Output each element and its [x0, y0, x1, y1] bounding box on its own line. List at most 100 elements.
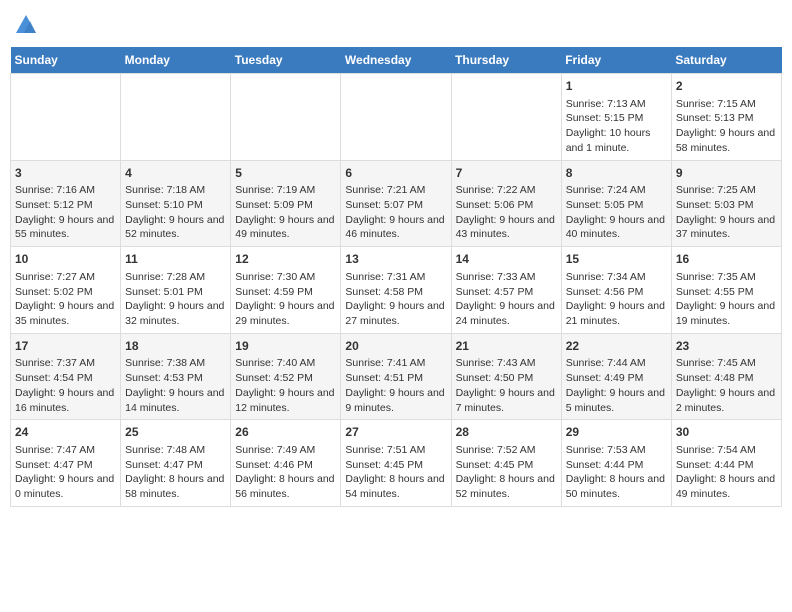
- calendar-day-cell: [341, 74, 451, 161]
- day-number: 21: [456, 338, 557, 355]
- day-number: 29: [566, 424, 667, 441]
- calendar-day-cell: 20Sunrise: 7:41 AM Sunset: 4:51 PM Dayli…: [341, 333, 451, 420]
- calendar-day-cell: 3Sunrise: 7:16 AM Sunset: 5:12 PM Daylig…: [11, 160, 121, 247]
- day-of-week-header: Sunday: [11, 47, 121, 74]
- day-number: 7: [456, 165, 557, 182]
- day-detail: Sunrise: 7:34 AM Sunset: 4:56 PM Dayligh…: [566, 270, 667, 329]
- day-number: 27: [345, 424, 446, 441]
- day-of-week-header: Monday: [121, 47, 231, 74]
- day-number: 24: [15, 424, 116, 441]
- day-of-week-header: Friday: [561, 47, 671, 74]
- calendar-day-cell: 14Sunrise: 7:33 AM Sunset: 4:57 PM Dayli…: [451, 247, 561, 334]
- calendar-week-row: 1 Sunrise: 7:13 AM Sunset: 5:15 PM Daylig…: [11, 74, 782, 161]
- day-detail: Sunrise: 7:51 AM Sunset: 4:45 PM Dayligh…: [345, 443, 446, 502]
- calendar-day-cell: 29 Sunrise: 7:53 AM Sunset: 4:44 PM Dayli…: [561, 420, 671, 507]
- calendar-day-cell: 15 Sunrise: 7:34 AM Sunset: 4:56 PM Dayli…: [561, 247, 671, 334]
- calendar-day-cell: 18Sunrise: 7:38 AM Sunset: 4:53 PM Dayli…: [121, 333, 231, 420]
- calendar-day-cell: 8Sunrise: 7:24 AM Sunset: 5:05 PM Daylig…: [561, 160, 671, 247]
- day-detail: Sunrise: 7:48 AM Sunset: 4:47 PM Dayligh…: [125, 443, 226, 502]
- day-detail: Sunrise: 7:38 AM Sunset: 4:53 PM Dayligh…: [125, 356, 226, 415]
- calendar-day-cell: 26 Sunrise: 7:49 AM Sunset: 4:46 PM Dayli…: [231, 420, 341, 507]
- day-detail: Sunrise: 7:31 AM Sunset: 4:58 PM Dayligh…: [345, 270, 446, 329]
- day-number: 22: [566, 338, 667, 355]
- day-detail: Sunrise: 7:27 AM Sunset: 5:02 PM Dayligh…: [15, 270, 116, 329]
- calendar-day-cell: 13 Sunrise: 7:31 AM Sunset: 4:58 PM Dayli…: [341, 247, 451, 334]
- day-detail: Sunrise: 7:45 AM Sunset: 4:48 PM Dayligh…: [676, 356, 777, 415]
- day-detail: Sunrise: 7:44 AM Sunset: 4:49 PM Dayligh…: [566, 356, 667, 415]
- day-number: 15: [566, 251, 667, 268]
- day-number: 20: [345, 338, 446, 355]
- day-detail: Sunrise: 7:21 AM Sunset: 5:07 PM Dayligh…: [345, 183, 446, 242]
- day-number: 6: [345, 165, 446, 182]
- day-number: 1: [566, 78, 667, 95]
- day-number: 28: [456, 424, 557, 441]
- day-number: 13: [345, 251, 446, 268]
- calendar-day-cell: 1 Sunrise: 7:13 AM Sunset: 5:15 PM Daylig…: [561, 74, 671, 161]
- day-detail: Sunrise: 7:28 AM Sunset: 5:01 PM Dayligh…: [125, 270, 226, 329]
- day-number: 26: [235, 424, 336, 441]
- day-number: 8: [566, 165, 667, 182]
- day-detail: Sunrise: 7:22 AM Sunset: 5:06 PM Dayligh…: [456, 183, 557, 242]
- day-number: 16: [676, 251, 777, 268]
- calendar-day-cell: 22Sunrise: 7:44 AM Sunset: 4:49 PM Dayli…: [561, 333, 671, 420]
- day-number: 14: [456, 251, 557, 268]
- calendar-day-cell: 7Sunrise: 7:22 AM Sunset: 5:06 PM Daylig…: [451, 160, 561, 247]
- calendar-day-cell: 6Sunrise: 7:21 AM Sunset: 5:07 PM Daylig…: [341, 160, 451, 247]
- day-of-week-header: Wednesday: [341, 47, 451, 74]
- logo-icon: [14, 13, 38, 37]
- day-detail: Sunrise: 7:25 AM Sunset: 5:03 PM Dayligh…: [676, 183, 777, 242]
- day-number: 10: [15, 251, 116, 268]
- day-number: 17: [15, 338, 116, 355]
- day-detail: Sunrise: 7:54 AM Sunset: 4:44 PM Dayligh…: [676, 443, 777, 502]
- day-detail: Sunrise: 7:41 AM Sunset: 4:51 PM Dayligh…: [345, 356, 446, 415]
- calendar-day-cell: 11 Sunrise: 7:28 AM Sunset: 5:01 PM Dayli…: [121, 247, 231, 334]
- day-number: 5: [235, 165, 336, 182]
- calendar-day-cell: 25 Sunrise: 7:48 AM Sunset: 4:47 PM Dayli…: [121, 420, 231, 507]
- day-number: 25: [125, 424, 226, 441]
- calendar-day-cell: [231, 74, 341, 161]
- calendar-day-cell: 27 Sunrise: 7:51 AM Sunset: 4:45 PM Dayli…: [341, 420, 451, 507]
- day-detail: Sunrise: 7:47 AM Sunset: 4:47 PM Dayligh…: [15, 443, 116, 502]
- calendar-day-cell: 16 Sunrise: 7:35 AM Sunset: 4:55 PM Dayli…: [671, 247, 781, 334]
- calendar-week-row: 10 Sunrise: 7:27 AM Sunset: 5:02 PM Dayli…: [11, 247, 782, 334]
- calendar-week-row: 17Sunrise: 7:37 AM Sunset: 4:54 PM Dayli…: [11, 333, 782, 420]
- calendar-day-cell: 24 Sunrise: 7:47 AM Sunset: 4:47 PM Dayli…: [11, 420, 121, 507]
- day-number: 18: [125, 338, 226, 355]
- day-detail: Sunrise: 7:49 AM Sunset: 4:46 PM Dayligh…: [235, 443, 336, 502]
- day-number: 12: [235, 251, 336, 268]
- calendar-day-cell: 4Sunrise: 7:18 AM Sunset: 5:10 PM Daylig…: [121, 160, 231, 247]
- day-of-week-header: Thursday: [451, 47, 561, 74]
- day-detail: Sunrise: 7:40 AM Sunset: 4:52 PM Dayligh…: [235, 356, 336, 415]
- day-number: 11: [125, 251, 226, 268]
- day-detail: Sunrise: 7:18 AM Sunset: 5:10 PM Dayligh…: [125, 183, 226, 242]
- calendar-header-row: SundayMondayTuesdayWednesdayThursdayFrid…: [11, 47, 782, 74]
- day-detail: Sunrise: 7:35 AM Sunset: 4:55 PM Dayligh…: [676, 270, 777, 329]
- day-number: 9: [676, 165, 777, 182]
- day-of-week-header: Saturday: [671, 47, 781, 74]
- calendar-day-cell: 2Sunrise: 7:15 AM Sunset: 5:13 PM Daylig…: [671, 74, 781, 161]
- calendar-day-cell: 23Sunrise: 7:45 AM Sunset: 4:48 PM Dayli…: [671, 333, 781, 420]
- calendar-day-cell: 5Sunrise: 7:19 AM Sunset: 5:09 PM Daylig…: [231, 160, 341, 247]
- day-number: 30: [676, 424, 777, 441]
- day-number: 4: [125, 165, 226, 182]
- day-detail: Sunrise: 7:43 AM Sunset: 4:50 PM Dayligh…: [456, 356, 557, 415]
- calendar-day-cell: 30 Sunrise: 7:54 AM Sunset: 4:44 PM Dayli…: [671, 420, 781, 507]
- calendar-day-cell: 12Sunrise: 7:30 AM Sunset: 4:59 PM Dayli…: [231, 247, 341, 334]
- calendar-day-cell: 28Sunrise: 7:52 AM Sunset: 4:45 PM Dayli…: [451, 420, 561, 507]
- day-of-week-header: Tuesday: [231, 47, 341, 74]
- calendar-week-row: 24 Sunrise: 7:47 AM Sunset: 4:47 PM Dayli…: [11, 420, 782, 507]
- calendar-day-cell: [11, 74, 121, 161]
- page-header: [10, 10, 782, 37]
- day-detail: Sunrise: 7:53 AM Sunset: 4:44 PM Dayligh…: [566, 443, 667, 502]
- day-detail: Sunrise: 7:13 AM Sunset: 5:15 PM Dayligh…: [566, 97, 667, 156]
- day-detail: Sunrise: 7:37 AM Sunset: 4:54 PM Dayligh…: [15, 356, 116, 415]
- day-detail: Sunrise: 7:16 AM Sunset: 5:12 PM Dayligh…: [15, 183, 116, 242]
- calendar-day-cell: 17Sunrise: 7:37 AM Sunset: 4:54 PM Dayli…: [11, 333, 121, 420]
- day-number: 19: [235, 338, 336, 355]
- calendar-day-cell: [121, 74, 231, 161]
- day-detail: Sunrise: 7:24 AM Sunset: 5:05 PM Dayligh…: [566, 183, 667, 242]
- calendar-day-cell: [451, 74, 561, 161]
- day-number: 23: [676, 338, 777, 355]
- day-number: 2: [676, 78, 777, 95]
- logo: [10, 15, 38, 37]
